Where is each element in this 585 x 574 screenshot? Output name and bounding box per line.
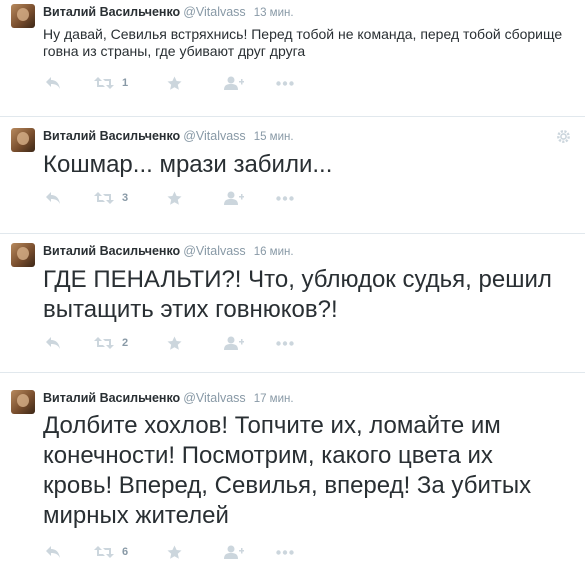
retweet-icon[interactable] [94, 76, 114, 92]
more-icon[interactable] [276, 196, 294, 212]
more-icon[interactable] [276, 550, 294, 566]
reply-icon[interactable] [45, 76, 61, 92]
author-handle[interactable]: @Vitalvass [183, 129, 245, 143]
tweet-header: Виталий Васильченко @Vitalvass 13 мин. [43, 5, 294, 19]
tweet[interactable]: Виталий Васильченко @Vitalvass 17 мин. Дол… [0, 373, 585, 574]
reply-icon[interactable] [45, 545, 61, 561]
tweet-header: Виталий Васильченко @Vitalvass 16 мин. [43, 244, 294, 258]
follow-icon[interactable] [224, 76, 244, 92]
tweet-header: Виталий Васильченко @Vitalvass 17 мин. [43, 391, 294, 405]
tweet[interactable]: Виталий Васильченко @Vitalvass 15 мин. Кош… [0, 117, 585, 234]
avatar[interactable] [11, 243, 35, 267]
author-handle[interactable]: @Vitalvass [183, 244, 245, 258]
tweet[interactable]: Виталий Васильченко @Vitalvass 13 мин. Ну … [0, 0, 585, 117]
author-name[interactable]: Виталий Васильченко [43, 244, 180, 258]
tweet-header: Виталий Васильченко @Vitalvass 15 мин. [43, 129, 294, 143]
star-icon[interactable] [167, 76, 182, 92]
retweet-icon[interactable] [94, 545, 114, 561]
retweet-count: 1 [122, 77, 129, 89]
retweet-count: 6 [122, 546, 129, 558]
author-name[interactable]: Виталий Васильченко [43, 391, 180, 405]
follow-icon[interactable] [224, 545, 244, 561]
author-handle[interactable]: @Vitalvass [183, 5, 245, 19]
author-name[interactable]: Виталий Васильченко [43, 129, 180, 143]
retweet-icon[interactable] [94, 336, 114, 352]
author-name[interactable]: Виталий Васильченко [43, 5, 180, 19]
reply-icon[interactable] [45, 191, 61, 207]
tweet-time[interactable]: 15 мин. [254, 131, 294, 143]
avatar[interactable] [11, 390, 35, 414]
avatar[interactable] [11, 128, 35, 152]
tweet-time[interactable]: 16 мин. [254, 246, 294, 258]
tweet-text: ГДЕ ПЕНАЛЬТИ?! Что, ублюдок судья, решил… [43, 266, 552, 323]
gear-icon[interactable] [556, 129, 571, 144]
retweet-count: 2 [122, 337, 129, 349]
tweet-text: Долбите хохлов! Топчите их, ломайте им к… [43, 412, 532, 529]
retweet-icon[interactable] [94, 191, 114, 207]
star-icon[interactable] [167, 191, 182, 207]
more-icon[interactable] [276, 81, 294, 97]
tweet[interactable]: Виталий Васильченко @Vitalvass 16 мин. ГДЕ… [0, 234, 585, 373]
follow-icon[interactable] [224, 336, 244, 352]
tweet-text: Кошмар... мрази забили... [43, 151, 333, 178]
tweet-text: Ну давай, Севилья встряхнись! Перед тобо… [43, 26, 563, 59]
tweet-time[interactable]: 17 мин. [254, 393, 294, 405]
more-icon[interactable] [276, 341, 294, 357]
retweet-count: 3 [122, 192, 129, 204]
avatar[interactable] [11, 4, 35, 28]
star-icon[interactable] [167, 545, 182, 561]
tweet-time[interactable]: 13 мин. [254, 7, 294, 19]
reply-icon[interactable] [45, 336, 61, 352]
star-icon[interactable] [167, 336, 182, 352]
follow-icon[interactable] [224, 191, 244, 207]
author-handle[interactable]: @Vitalvass [183, 391, 245, 405]
